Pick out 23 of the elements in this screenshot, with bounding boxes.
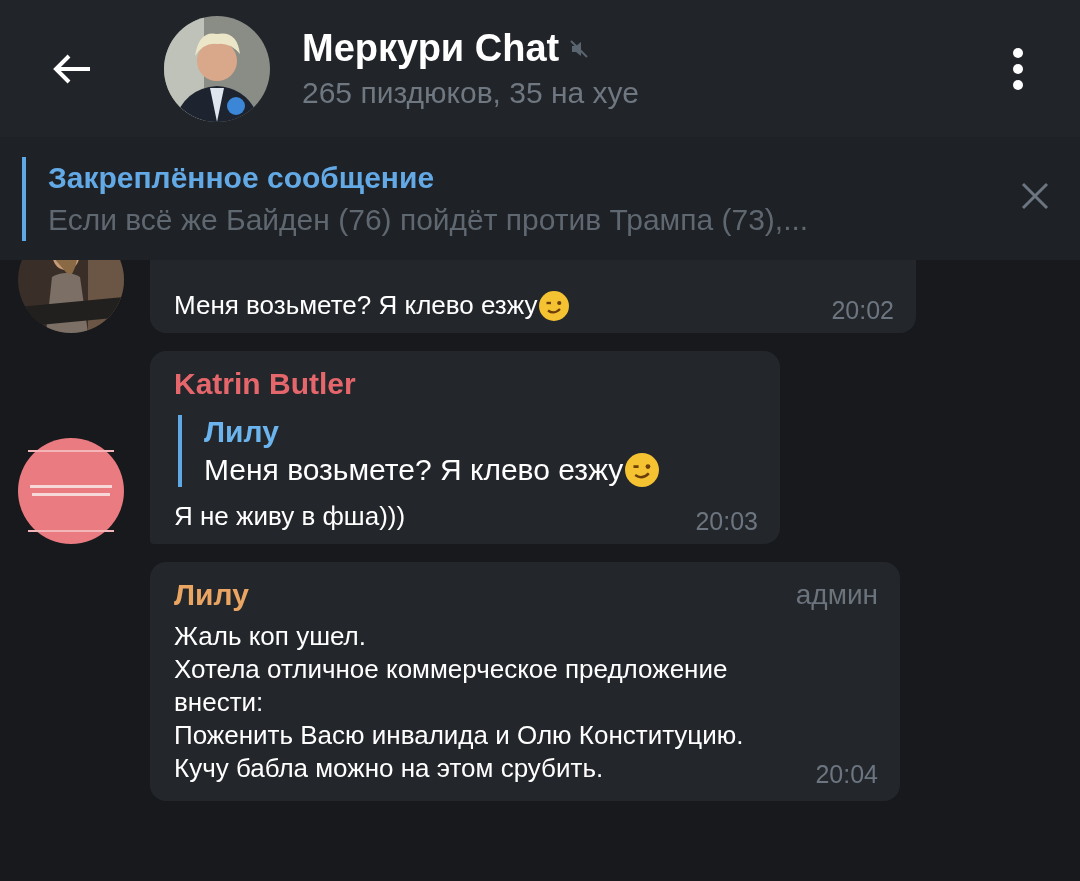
pinned-label: Закреплённое сообщение [48,160,436,195]
reply-text: Меня возьмете? Я клево езжу [204,453,624,487]
message-text: Хотела отличное коммерческое предложение внести: [174,653,729,719]
member-count: 265 пиздюков, 35 на хуе [302,76,640,110]
message-text: Кучу бабла можно на этом срубить. [174,752,605,785]
message-text: Поженить Васю инвалида и Олю Конституцию. [174,719,745,752]
message-time: 20:02 [831,296,894,325]
back-arrow-icon[interactable] [52,52,92,85]
message-time: 20:04 [815,760,878,789]
more-options-icon[interactable] [1012,46,1024,91]
reply-author: Лилу [204,415,280,449]
message-text: Я не живу в фша))) [174,501,406,532]
reply-quote[interactable]: Лилу Меня возьмете? Я клево езжу [178,415,758,487]
message-time: 20:03 [695,507,758,536]
sender-name: Лилу [174,578,249,612]
message-text: Жаль коп ушел. [174,620,367,653]
close-icon[interactable] [1020,180,1050,211]
pinned-text: Если всё же Байден (76) пойдёт против Трампа (73),... [48,202,810,237]
message-text: Меня возьмете? Я клево езжу [174,290,538,321]
sender-name: Katrin Butler [174,367,356,401]
admin-label: админ [795,579,878,611]
pinned-message-bar[interactable]: Закреплённое сообщение Если всё же Байден (76) пойдёт против Трампа (73),... [0,137,1080,260]
chat-title: Меркури Chat [302,27,560,70]
